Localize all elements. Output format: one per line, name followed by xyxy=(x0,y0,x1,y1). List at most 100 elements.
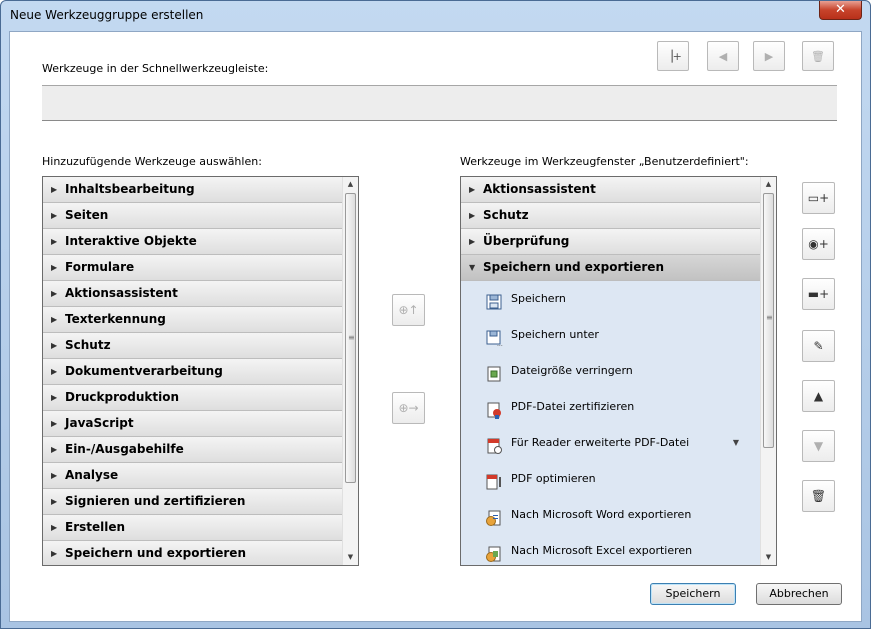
move-up-button[interactable]: ▲ xyxy=(802,380,835,412)
scroll-down-arrow[interactable]: ▼ xyxy=(343,550,358,565)
tool-item[interactable]: PDF-Datei zertifizieren xyxy=(461,389,761,425)
add-divider-button[interactable]: ▕+ xyxy=(657,41,689,71)
tool-item[interactable]: ... Speichern unter xyxy=(461,317,761,353)
move-down-button[interactable]: ▼ xyxy=(802,430,835,462)
scroll-thumb[interactable]: ≡ xyxy=(345,193,356,483)
tool-item[interactable]: Nach Microsoft Excel exportieren xyxy=(461,533,761,565)
custom-panel-list[interactable]: ▶ Aktionsassistent ▶ Schutz ▶ Überprüfung ▼ Spe… xyxy=(460,176,777,566)
save-icon xyxy=(485,290,503,310)
add-separator-icon: ▬+ xyxy=(807,287,830,301)
add-divider-icon: ▕+ xyxy=(664,49,682,63)
category-row[interactable]: ▶ Seiten xyxy=(43,203,343,229)
scroll-thumb[interactable]: ≡ xyxy=(763,193,774,448)
delete-button[interactable]: 🗑 xyxy=(802,480,835,512)
tool-item[interactable]: Nach Microsoft Word exportieren xyxy=(461,497,761,533)
available-tools-list[interactable]: ▶ Inhaltsbearbeitung ▶ Seiten ▶ Interaktive O… xyxy=(42,176,359,566)
dropdown-arrow-icon[interactable]: ▼ xyxy=(733,425,739,461)
category-row[interactable]: ▶ Formulare xyxy=(43,255,343,281)
category-label: Seiten xyxy=(65,208,109,222)
expand-triangle-icon: ▶ xyxy=(51,185,58,194)
category-label: Ein-/Ausgabehilfe xyxy=(65,442,184,456)
category-row[interactable]: ▶ Schutz xyxy=(43,333,343,359)
expand-triangle-icon: ▶ xyxy=(51,419,58,428)
category-row[interactable]: ▶ Ein-/Ausgabehilfe xyxy=(43,437,343,463)
category-row[interactable]: ▶ Signieren und zertifizieren xyxy=(43,489,343,515)
category-row[interactable]: ▶ Überprüfung xyxy=(461,229,761,255)
add-to-toolbar-icon: ⊕↑ xyxy=(398,303,419,317)
tool-item-label: Speichern xyxy=(511,292,566,305)
category-row[interactable]: ▶ Aktionsassistent xyxy=(461,177,761,203)
add-to-panel-button[interactable]: ⊕→ xyxy=(392,392,425,424)
tool-item-label: PDF optimieren xyxy=(511,472,596,485)
save-button[interactable]: Speichern xyxy=(650,583,736,605)
reduce-size-icon xyxy=(485,362,503,382)
add-group-button[interactable]: ◉+ xyxy=(802,228,835,260)
add-to-toolbar-button[interactable]: ⊕↑ xyxy=(392,294,425,326)
category-label: Aktionsassistent xyxy=(483,182,596,196)
tool-item[interactable]: Dateigröße verringern xyxy=(461,353,761,389)
expand-triangle-icon: ▶ xyxy=(51,211,58,220)
trash-button[interactable]: 🗑 xyxy=(802,41,834,71)
move-up-icon: ▲ xyxy=(813,389,824,403)
dialog-window: Neue Werkzeuggruppe erstellen ✕ Werkzeug… xyxy=(0,0,871,629)
category-row[interactable]: ▶ Speichern und exportieren xyxy=(43,541,343,565)
category-row[interactable]: ▶ JavaScript xyxy=(43,411,343,437)
category-label: Texterkennung xyxy=(65,312,166,326)
category-row[interactable]: ▶ Inhaltsbearbeitung xyxy=(43,177,343,203)
category-row[interactable]: ▶ Erstellen xyxy=(43,515,343,541)
category-label: Speichern und exportieren xyxy=(65,546,246,560)
quick-toolbar-field[interactable] xyxy=(42,85,837,121)
dialog-content: Werkzeuge in der Schnellwerkzeugleiste: … xyxy=(9,31,862,622)
category-label: Schutz xyxy=(483,208,529,222)
tool-item[interactable]: Für Reader erweiterte PDF-Datei ▼ xyxy=(461,425,761,461)
delete-icon: 🗑 xyxy=(810,489,827,503)
left-panel-label: Hinzuzufügende Werkzeuge auswählen: xyxy=(42,155,262,168)
tool-item-label: Für Reader erweiterte PDF-Datei xyxy=(511,436,690,449)
expand-triangle-icon: ▶ xyxy=(51,471,58,480)
title-bar[interactable]: Neue Werkzeuggruppe erstellen ✕ xyxy=(1,1,870,31)
scroll-up-arrow[interactable]: ▲ xyxy=(343,177,358,192)
add-separator-button[interactable]: ▬+ xyxy=(802,278,835,310)
save-as-icon: ... xyxy=(485,326,503,348)
expand-triangle-icon: ▶ xyxy=(51,445,58,454)
move-down-icon: ▼ xyxy=(813,439,824,453)
category-label: Schutz xyxy=(65,338,111,352)
category-row[interactable]: ▶ Dokumentverarbeitung xyxy=(43,359,343,385)
new-panel-button[interactable]: ▭+ xyxy=(802,182,835,214)
add-to-panel-icon: ⊕→ xyxy=(398,401,419,415)
expand-triangle-icon: ▶ xyxy=(51,341,58,350)
category-label: Erstellen xyxy=(65,520,126,534)
expanded-category-row[interactable]: ▼ Speichern und exportieren xyxy=(461,255,761,281)
category-row[interactable]: ▶ Schutz xyxy=(461,203,761,229)
right-scrollbar[interactable]: ▲ ≡ ▼ xyxy=(760,177,776,565)
close-button[interactable]: ✕ xyxy=(819,1,862,20)
rename-pencil-button[interactable]: ✎ xyxy=(802,330,835,362)
tool-item[interactable]: PDF optimieren xyxy=(461,461,761,497)
category-label: Formulare xyxy=(65,260,135,274)
category-label: Inhaltsbearbeitung xyxy=(65,182,195,196)
category-row[interactable]: ▶ Analyse xyxy=(43,463,343,489)
category-row[interactable]: ▶ Aktionsassistent xyxy=(43,281,343,307)
expand-triangle-icon: ▶ xyxy=(51,367,58,376)
cancel-button[interactable]: Abbrechen xyxy=(756,583,842,605)
tool-item[interactable]: Speichern xyxy=(461,281,761,317)
move-right-button[interactable]: ▶ xyxy=(753,41,785,71)
expand-triangle-icon: ▶ xyxy=(51,315,58,324)
scroll-down-arrow[interactable]: ▼ xyxy=(761,550,776,565)
left-scrollbar[interactable]: ▲ ≡ ▼ xyxy=(342,177,358,565)
category-label: Druckproduktion xyxy=(65,390,180,404)
category-label: Interaktive Objekte xyxy=(65,234,197,248)
move-left-button[interactable]: ◀ xyxy=(707,41,739,71)
category-row[interactable]: ▶ Druckproduktion xyxy=(43,385,343,411)
category-row[interactable]: ▶ Texterkennung xyxy=(43,307,343,333)
category-label: Signieren und zertifizieren xyxy=(65,494,246,508)
category-label: Speichern und exportieren xyxy=(483,260,664,274)
expand-triangle-icon: ▶ xyxy=(469,237,476,246)
category-label: Dokumentverarbeitung xyxy=(65,364,223,378)
tool-item-label: Nach Microsoft Excel exportieren xyxy=(511,544,693,557)
expand-triangle-icon: ▶ xyxy=(51,263,58,272)
tool-item-label: Speichern unter xyxy=(511,328,599,341)
category-label: Analyse xyxy=(65,468,119,482)
scroll-up-arrow[interactable]: ▲ xyxy=(761,177,776,192)
category-row[interactable]: ▶ Interaktive Objekte xyxy=(43,229,343,255)
